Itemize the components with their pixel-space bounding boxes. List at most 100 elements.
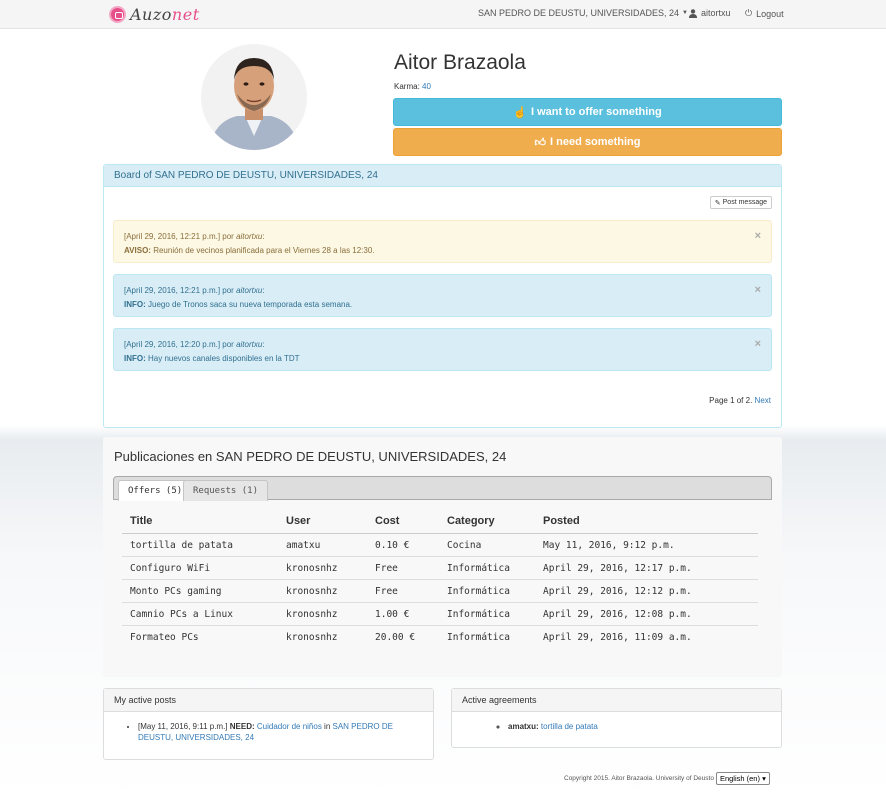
karma-label: Karma:: [394, 82, 420, 91]
post-message-button[interactable]: ✎ Post message: [709, 196, 772, 209]
power-icon: ⏻: [745, 8, 753, 18]
table-row[interactable]: Camnio PCs a Linux kronosnhz 1.00 € Info…: [122, 603, 758, 626]
select-arrow-icon: ▾: [762, 774, 766, 783]
my-active-posts-panel: My active posts [May 11, 2016, 9:11 p.m.…: [103, 688, 434, 760]
cell-user: kronosnhz: [286, 562, 338, 574]
active-agreements-panel: Active agreements amatxu: tortilla de pa…: [451, 688, 782, 748]
list-item: amatxu: tortilla de patata: [508, 721, 771, 732]
message-meta: [April 29, 2016, 12:21 p.m.] por aitortx…: [124, 232, 265, 241]
column-header-cost: Cost: [375, 514, 400, 527]
auzonet-logo[interactable]: Auzonet: [109, 5, 200, 24]
cell-user: kronosnhz: [286, 632, 338, 643]
user-link[interactable]: aitortxu: [689, 8, 731, 18]
post-in-label: in: [321, 722, 333, 731]
footer: Copyright 2015. Aitor Brazaola. Universi…: [564, 772, 770, 785]
close-icon[interactable]: ×: [755, 283, 761, 297]
column-header-category: Category: [447, 514, 495, 527]
pencil-icon: ✎: [714, 199, 721, 207]
message-meta: [April 29, 2016, 12:21 p.m.] por aitortx…: [124, 286, 265, 295]
cell-cost: Free: [375, 562, 398, 574]
top-navbar: Auzonet SAN PEDRO DE DEUSTU, UNIVERSIDAD…: [0, 0, 886, 29]
avatar-image: [201, 44, 307, 150]
cell-title: Monto PCs gaming: [130, 585, 222, 597]
cell-posted: April 29, 2016, 12:12 p.m.: [543, 585, 692, 597]
cell-category: Informática: [447, 585, 510, 597]
agreement-link[interactable]: tortilla de patata: [541, 722, 598, 731]
cell-title: Camnio PCs a Linux: [130, 608, 233, 620]
board-pagination: Page 1 of 2. Next: [709, 396, 771, 405]
close-icon[interactable]: ×: [755, 229, 761, 243]
board-panel: Board of SAN PEDRO DE DEUSTU, UNIVERSIDA…: [103, 164, 782, 428]
logout-label: Logout: [756, 8, 784, 19]
cell-user: amatxu: [286, 539, 321, 551]
column-header-posted: Posted: [543, 514, 580, 527]
location-dropdown[interactable]: SAN PEDRO DE DEUSTU, UNIVERSIDADES, 24 ▼: [478, 8, 688, 18]
board-message: [April 29, 2016, 12:21 p.m.] por aitortx…: [113, 220, 772, 263]
offer-button-label: I want to offer something: [530, 106, 662, 118]
pager-text: Page 1 of 2.: [709, 396, 753, 405]
message-author: aitortxu: [236, 232, 263, 241]
board-message: [April 29, 2016, 12:21 p.m.] por aitortx…: [113, 274, 772, 317]
message-body: AVISO: Reunión de vecinos planificada pa…: [124, 246, 375, 255]
active-posts-title: My active posts: [104, 689, 433, 712]
karma-value-link[interactable]: 40: [422, 82, 431, 91]
post-message-label: Post message: [722, 199, 767, 206]
cell-cost: 0.10 €: [375, 539, 410, 551]
thumbs-up-icon: 👍︎: [534, 136, 547, 149]
message-author: aitortxu: [236, 286, 263, 295]
agreements-list: amatxu: tortilla de patata: [452, 712, 781, 732]
tab-requests[interactable]: Requests (1): [183, 480, 269, 501]
board-title: Board of SAN PEDRO DE DEUSTU, UNIVERSIDA…: [104, 165, 781, 187]
copyright-text: Copyright 2015. Aitor Brazaola. Universi…: [564, 775, 714, 782]
table-row[interactable]: tortilla de patata amatxu 0.10 € Cocina …: [122, 534, 758, 557]
publications-tabs: Offers (5) Requests (1): [113, 476, 772, 501]
close-icon[interactable]: ×: [755, 337, 761, 351]
agreement-user: amatxu:: [508, 722, 539, 731]
logout-link[interactable]: ⏻ Logout: [745, 8, 784, 19]
cell-title: Formateo PCs: [130, 632, 199, 643]
cell-cost: 20.00 €: [375, 632, 416, 643]
cell-user: kronosnhz: [286, 608, 338, 620]
cell-posted: May 11, 2016, 9:12 p.m.: [543, 539, 675, 551]
publications-title: Publicaciones en SAN PEDRO DE DEUSTU, UN…: [114, 449, 507, 464]
message-body: INFO: Juego de Tronos saca su nueva temp…: [124, 300, 353, 309]
table-header-row: Title User Cost Category Posted: [122, 508, 758, 534]
message-type: AVISO:: [124, 246, 151, 255]
language-value: English (en): [719, 774, 760, 783]
board-message: [April 29, 2016, 12:20 p.m.] por aitortx…: [113, 328, 772, 371]
message-body: INFO: Hay nuevos canales disponibles en …: [124, 354, 300, 363]
hand-pointer-icon: ☝: [513, 106, 527, 119]
cell-posted: April 29, 2016, 12:17 p.m.: [543, 562, 692, 574]
message-type: INFO:: [124, 354, 146, 363]
cell-category: Cocina: [447, 539, 482, 551]
caret-down-icon: ▼: [682, 10, 688, 16]
cell-posted: April 29, 2016, 12:08 p.m.: [543, 608, 692, 620]
cell-title: tortilla de patata: [130, 539, 233, 551]
pager-next-link[interactable]: Next: [755, 396, 771, 405]
active-posts-list: [May 11, 2016, 9:11 p.m.] NEED: Cuidador…: [104, 712, 433, 743]
tab-offers[interactable]: Offers (5): [118, 480, 193, 501]
cell-category: Informática: [447, 608, 510, 620]
cell-category: Informática: [447, 562, 510, 574]
username-label: aitortxu: [701, 8, 731, 18]
cell-user: kronosnhz: [286, 585, 338, 597]
language-select[interactable]: English (en) ▾: [715, 772, 770, 785]
user-icon: [689, 8, 697, 18]
table-row[interactable]: Formateo PCs kronosnhz 20.00 € Informáti…: [122, 626, 758, 649]
logo-text: Auzonet: [130, 5, 200, 24]
logo-icon: [109, 6, 126, 23]
message-type: INFO:: [124, 300, 146, 309]
publications-section: Publicaciones en SAN PEDRO DE DEUSTU, UN…: [103, 437, 782, 677]
table-row[interactable]: Monto PCs gaming kronosnhz Free Informát…: [122, 580, 758, 603]
column-header-user: User: [286, 514, 311, 527]
agreements-title: Active agreements: [452, 689, 781, 712]
cell-cost: Free: [375, 585, 398, 597]
offer-something-button[interactable]: ☝ I want to offer something: [393, 98, 782, 126]
table-row[interactable]: Configuro WiFi kronosnhz Free Informátic…: [122, 557, 758, 580]
message-author: aitortxu: [236, 340, 263, 349]
need-something-button[interactable]: 👍︎ I need something: [393, 128, 782, 156]
column-header-title: Title: [130, 514, 153, 527]
cell-category: Informática: [447, 632, 510, 643]
post-link[interactable]: Cuidador de niños: [257, 722, 322, 731]
location-label: SAN PEDRO DE DEUSTU, UNIVERSIDADES, 24: [478, 8, 680, 18]
